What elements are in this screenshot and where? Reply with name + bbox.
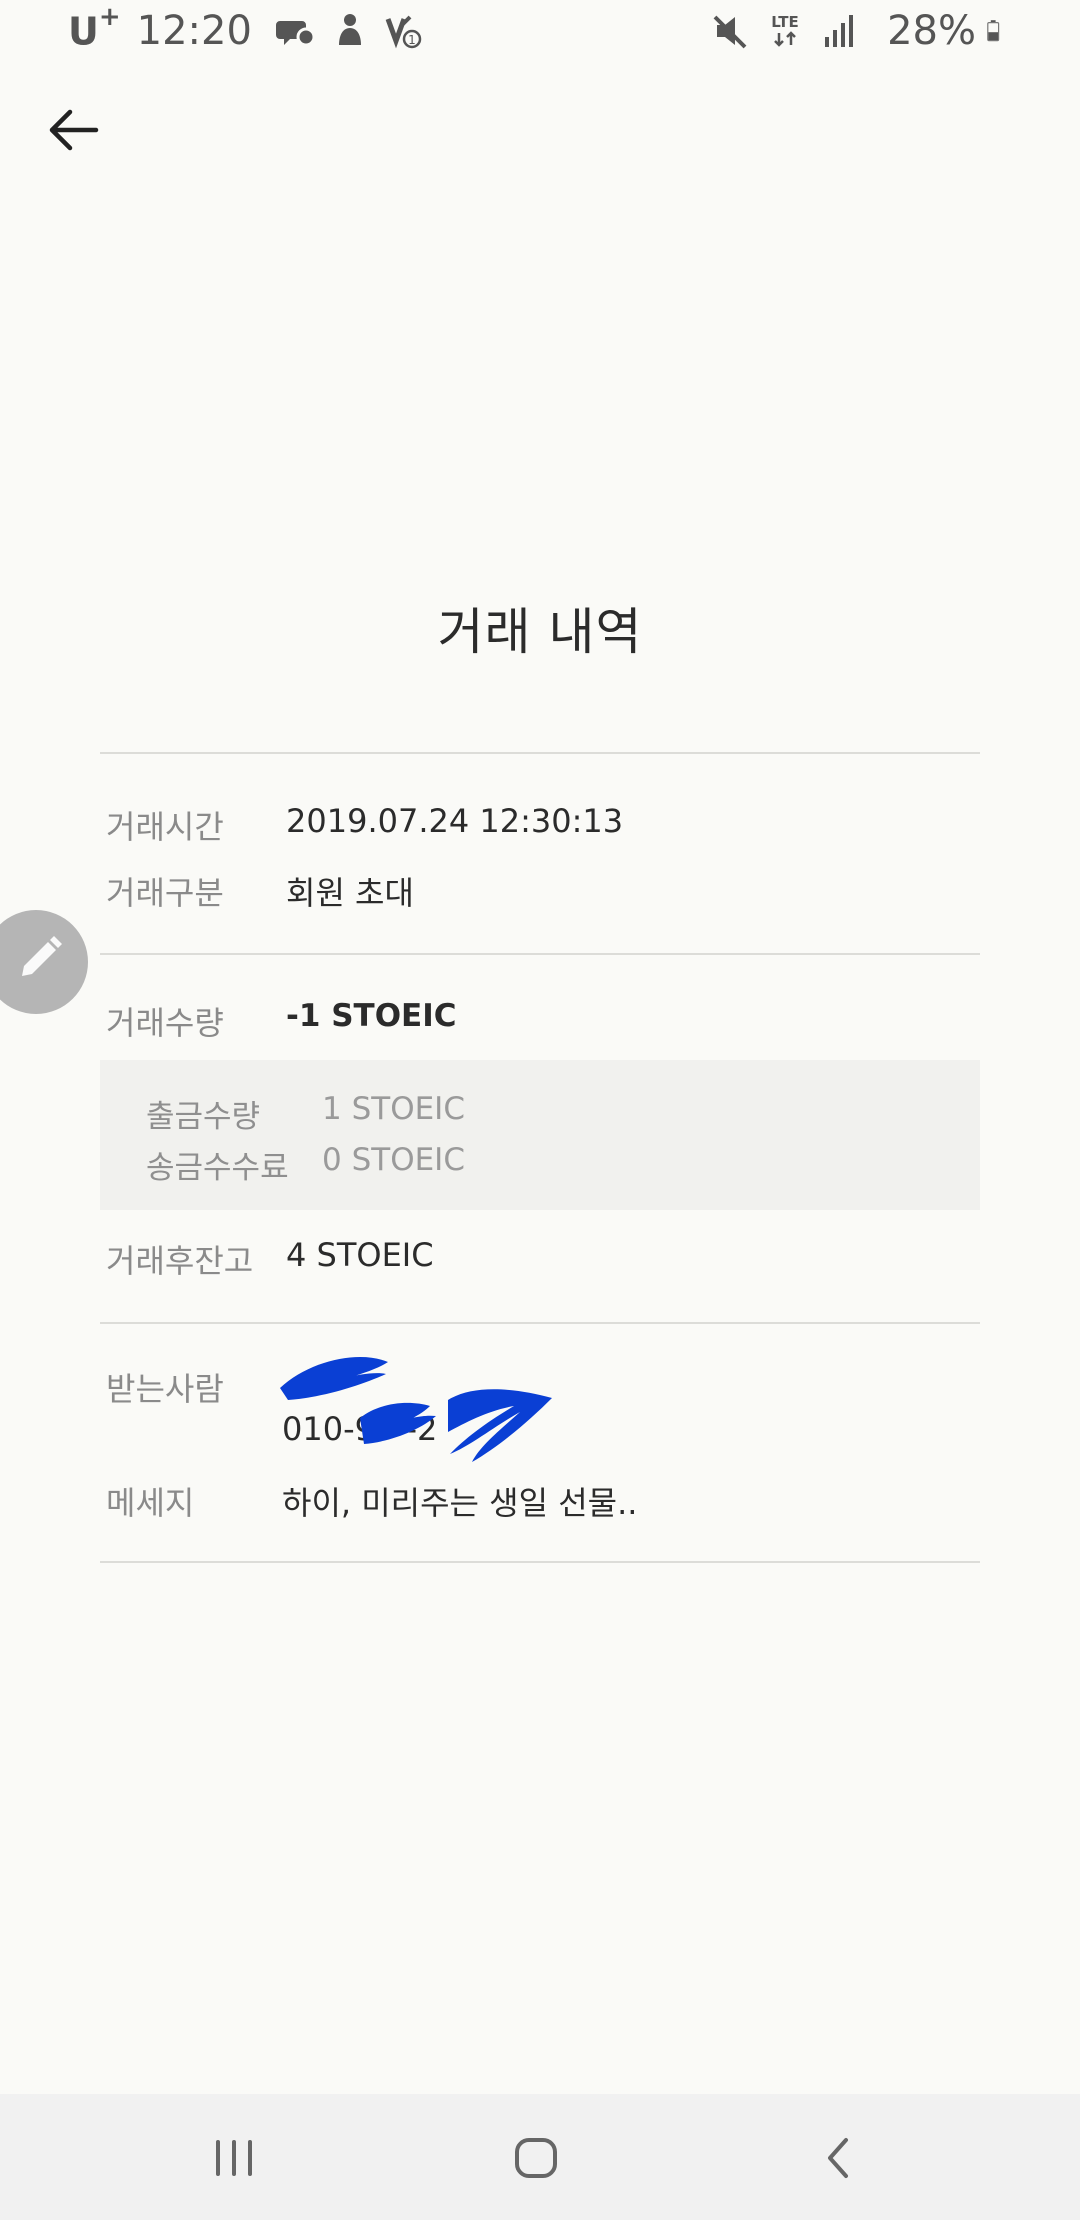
lte-icon: LTE [771,13,799,47]
pencil-icon [22,936,62,976]
message-label: 메세지 [106,1484,195,1522]
time-label: 거래시간 [106,808,224,846]
home-icon[interactable] [506,2128,566,2188]
amount-label: 거래수량 [106,1004,224,1042]
balance-label: 거래후잔고 [106,1242,254,1280]
person-icon [338,14,361,45]
edit-button[interactable] [0,910,88,1014]
type-label: 거래구분 [106,874,224,912]
fee-value: 0 STOEIC [322,1142,465,1178]
time-value: 2019.07.24 12:30:13 [286,802,624,840]
carrier-label: U+ [68,2,121,54]
signal-icon [825,15,854,47]
withdraw-value: 1 STOEIC [322,1091,465,1127]
status-bar: U+ 12:20 1 LTE 28% [0,0,1080,64]
amount-breakdown-box: 출금수량 1 STOEIC 송금수수료 0 STOEIC [100,1060,980,1210]
missed-call-icon: 1 [385,15,422,49]
balance-value: 4 STOEIC [286,1236,434,1274]
message-value: 하이, 미리주는 생일 선물.. [282,1484,638,1522]
recipient-label: 받는사람 [106,1370,224,1408]
svg-text:LTE: LTE [771,13,799,31]
mute-icon [713,15,747,49]
battery-percent: 28% [887,8,976,54]
battery-icon [987,20,1000,42]
divider [100,1561,980,1563]
redaction-mark [280,1357,552,1462]
withdraw-label: 출금수량 [146,1099,261,1135]
nav-back-icon[interactable] [810,2128,870,2188]
fee-label: 송금수수료 [146,1150,289,1186]
divider [100,953,980,955]
status-bar-left: U+ 12:20 1 [68,2,438,54]
status-bar-right: LTE 28% [711,8,1024,54]
divider [100,1322,980,1324]
svg-text:1: 1 [408,33,416,47]
system-nav-bar [0,2094,1080,2220]
amount-value: -1 STOEIC [286,998,457,1034]
type-value: 회원 초대 [286,874,414,912]
chat-icon [275,21,316,47]
back-arrow-icon[interactable] [44,100,104,160]
page-title: 거래 내역 [437,603,643,661]
divider [100,752,980,754]
status-time: 12:20 [136,8,252,54]
recent-apps-icon[interactable] [204,2128,264,2188]
